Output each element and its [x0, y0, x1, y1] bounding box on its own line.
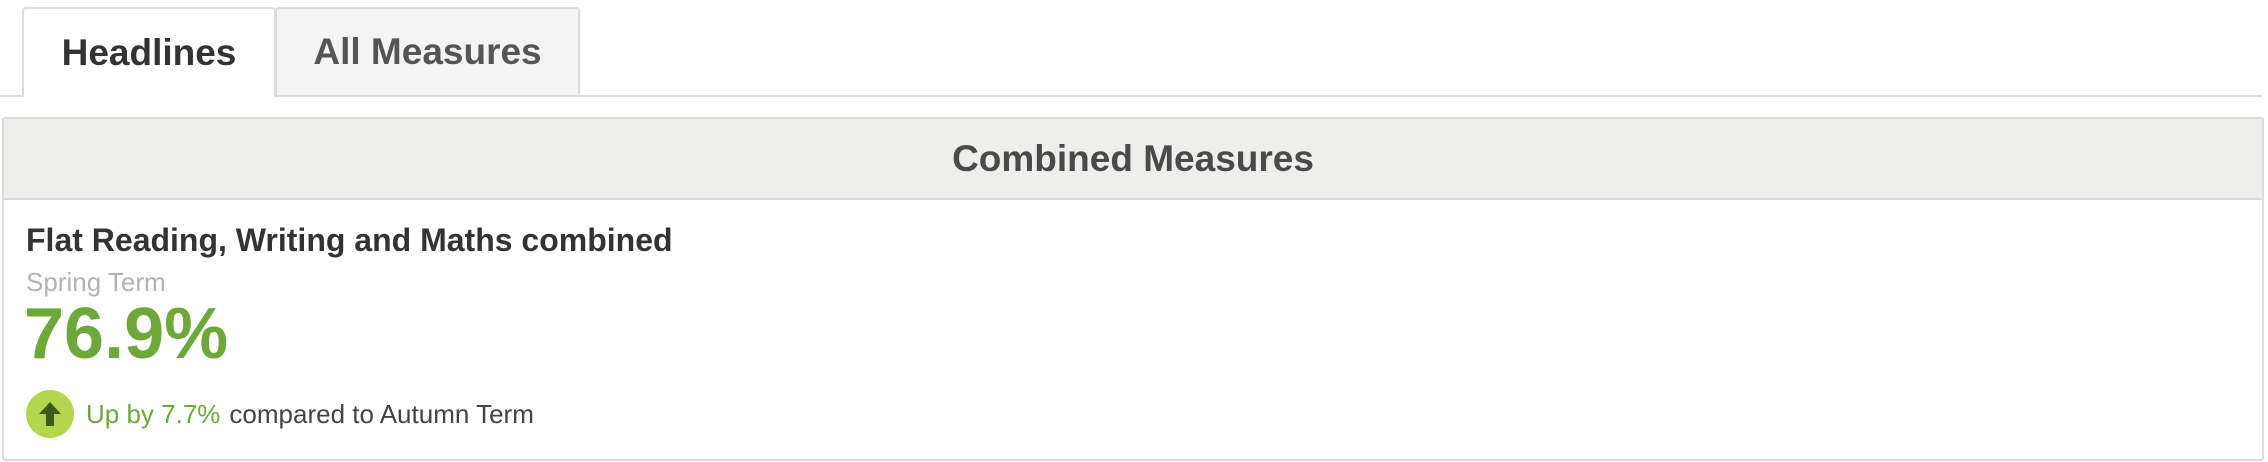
tab-headlines-label: Headlines	[61, 32, 237, 73]
panel-title: Combined Measures	[952, 137, 1314, 179]
arrow-up-icon-glyph	[39, 402, 61, 426]
tab-bar: Headlines All Measures	[0, 0, 2268, 97]
arrow-up-icon	[26, 390, 74, 438]
tab-all-measures-label: All Measures	[313, 31, 542, 72]
measure-value: 76.9%	[24, 294, 229, 374]
change-comparison: compared to Autumn Term	[229, 398, 534, 429]
tab-divider	[0, 95, 2262, 97]
change-amount: Up by 7.7%	[86, 398, 221, 429]
change-indicator: Up by 7.7% compared to Autumn Term	[26, 390, 534, 438]
tab-headlines[interactable]: Headlines	[22, 7, 276, 97]
measure-title: Flat Reading, Writing and Maths combined	[26, 222, 673, 258]
tab-all-measures[interactable]: All Measures	[275, 7, 580, 95]
panel-header: Combined Measures	[4, 119, 2262, 200]
combined-measures-panel: Combined Measures Flat Reading, Writing …	[2, 117, 2264, 461]
